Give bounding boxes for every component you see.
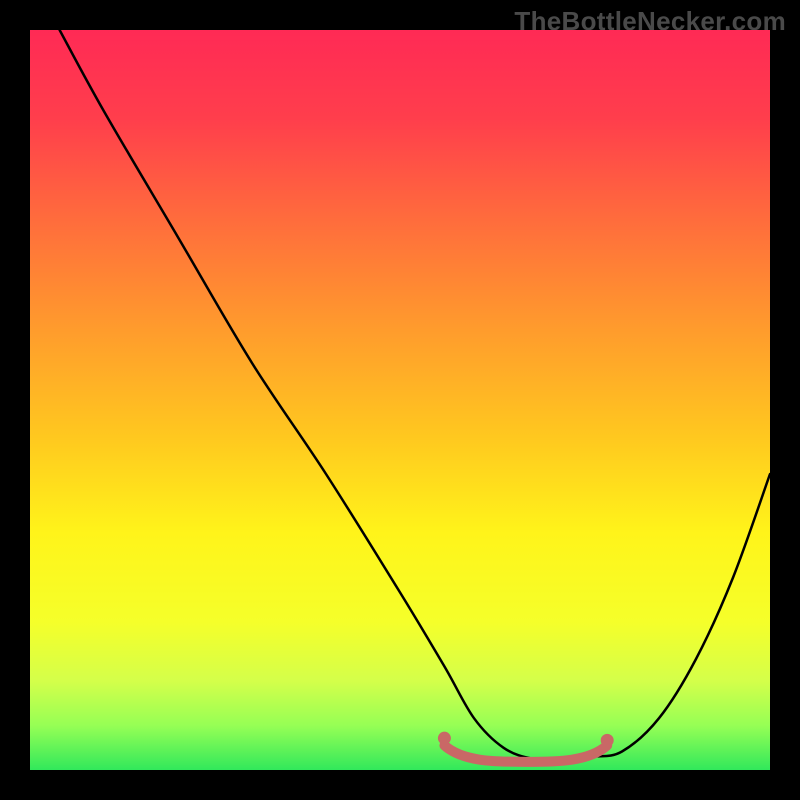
optimum-point-0: [438, 732, 451, 745]
gradient-background: [30, 30, 770, 770]
bottleneck-chart: [30, 30, 770, 770]
optimum-point-1: [601, 734, 614, 747]
plot-area: [30, 30, 770, 770]
chart-container: TheBottleNecker.com: [0, 0, 800, 800]
